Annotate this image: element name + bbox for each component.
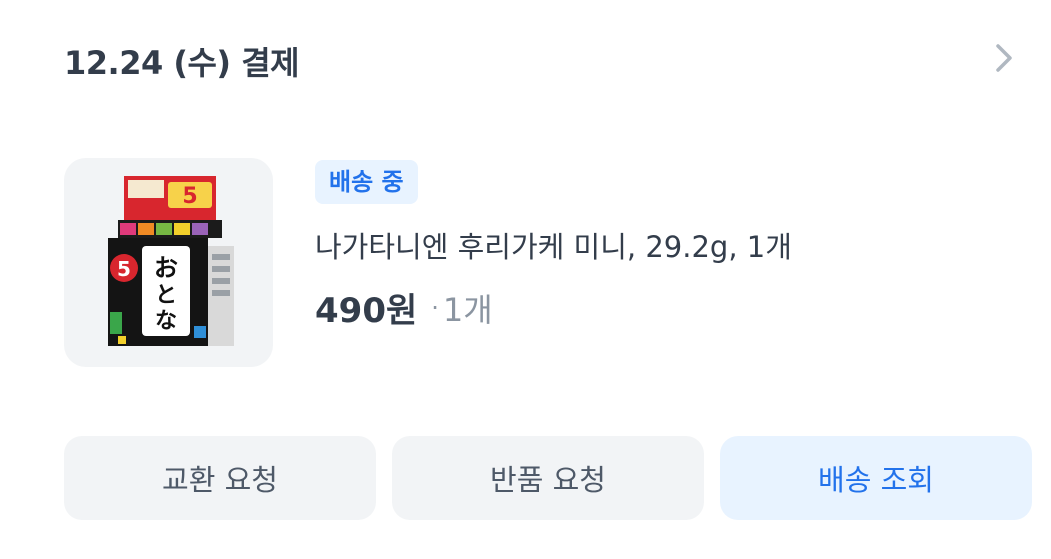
svg-text:5: 5 bbox=[117, 257, 131, 281]
order-date-title: 12.24 (수) 결제 bbox=[64, 44, 300, 82]
svg-text:な: な bbox=[155, 308, 177, 334]
price-line: 490원 · 1개 bbox=[315, 283, 493, 332]
svg-text:と: と bbox=[155, 282, 177, 308]
order-item: 5 5 お と な 배송 중 나가타니엔 후리가케 미니, 29.2g, 1개 … bbox=[64, 158, 1024, 368]
order-item-info: 배송 중 나가타니엔 후리가케 미니, 29.2g, 1개 490원 · 1개 bbox=[315, 158, 995, 368]
exchange-request-button[interactable]: 교환 요청 bbox=[64, 436, 376, 520]
svg-text:5: 5 bbox=[182, 184, 197, 209]
order-actions: 교환 요청 반품 요청 배송 조회 bbox=[64, 436, 1032, 520]
product-name[interactable]: 나가타니엔 후리가케 미니, 29.2g, 1개 bbox=[315, 224, 792, 266]
product-price: 490원 bbox=[315, 291, 418, 331]
chevron-right-icon[interactable] bbox=[990, 40, 1018, 76]
order-header[interactable]: 12.24 (수) 결제 bbox=[64, 34, 1024, 84]
separator-dot: · bbox=[431, 293, 439, 322]
product-quantity: 1개 bbox=[442, 290, 493, 329]
product-thumbnail[interactable]: 5 5 お と な bbox=[64, 158, 273, 367]
track-delivery-button[interactable]: 배송 조회 bbox=[720, 436, 1032, 520]
furikake-package-image: 5 5 お と な bbox=[108, 176, 234, 346]
status-badge: 배송 중 bbox=[315, 160, 418, 204]
return-request-button[interactable]: 반품 요청 bbox=[392, 436, 704, 520]
svg-text:お: お bbox=[154, 253, 178, 282]
